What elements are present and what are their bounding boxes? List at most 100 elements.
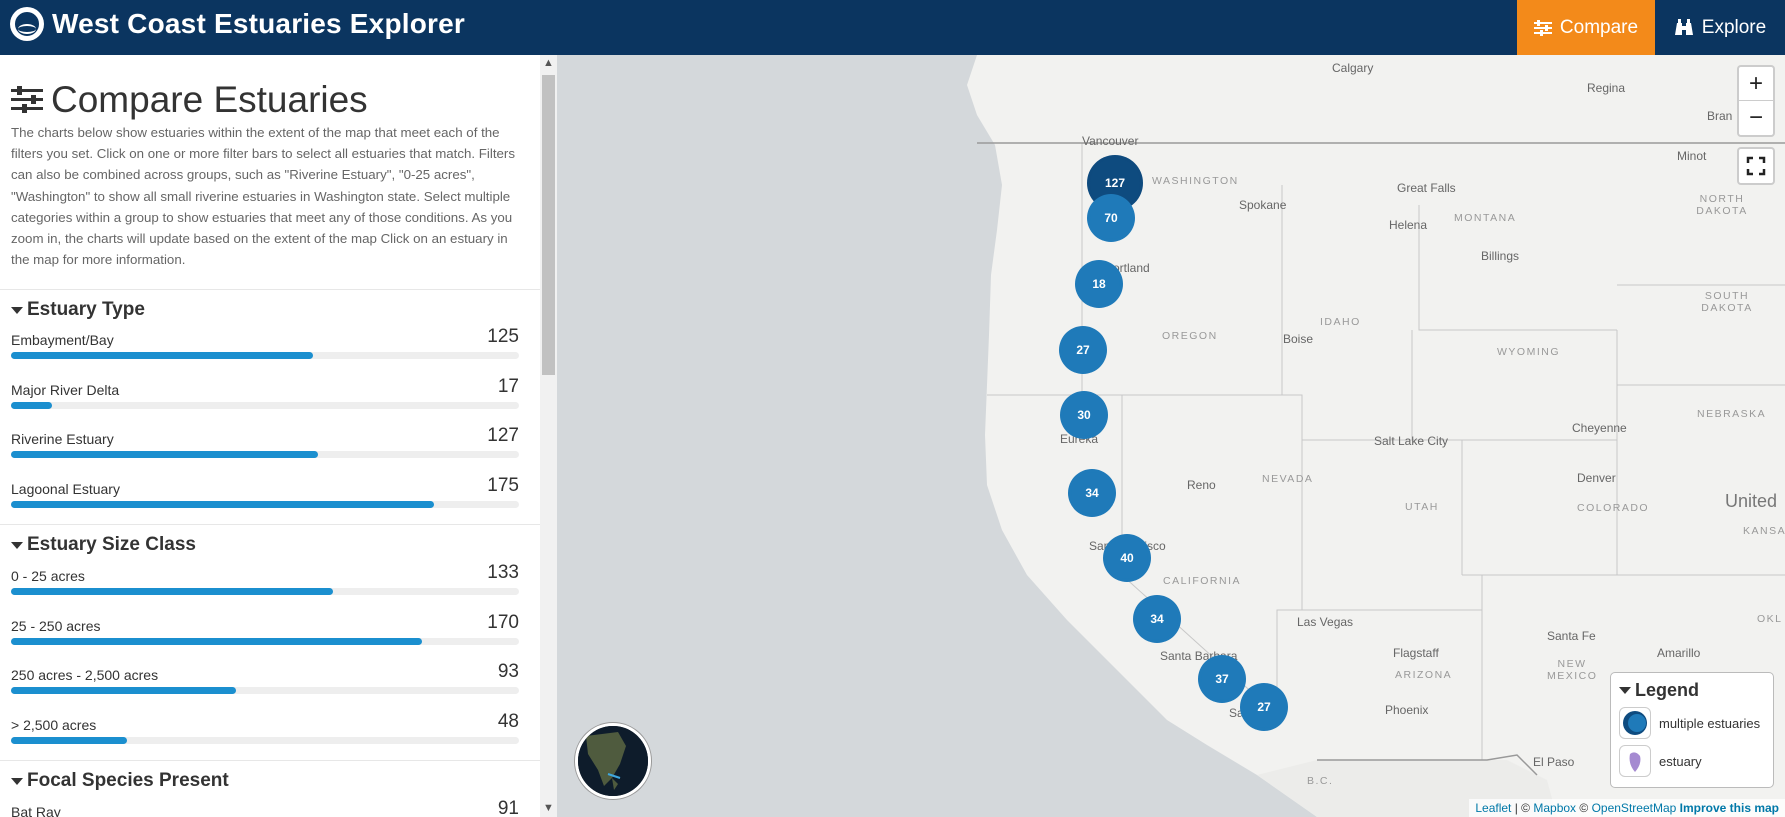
compare-nav-label: Compare	[1559, 16, 1639, 38]
intro-text: The charts below show estuaries within t…	[11, 125, 515, 268]
state-label: NEVADA	[1262, 473, 1314, 485]
filter-bar	[11, 638, 519, 645]
state-label: MONTANA	[1454, 212, 1517, 224]
sidebar-scrollbar[interactable]: ▲ ▼	[540, 55, 557, 817]
filter-major-river-delta[interactable]: Major River Delta 17	[11, 374, 519, 418]
filter-size-0-25[interactable]: 0 - 25 acres 133	[11, 560, 519, 604]
explore-nav-button[interactable]: Explore	[1655, 0, 1785, 55]
filter-riverine-estuary[interactable]: Riverine Estuary 127	[11, 423, 519, 467]
place-label: Vancouver	[1082, 134, 1139, 148]
filter-label: Riverine Estuary	[11, 431, 114, 447]
place-label: El Paso	[1533, 755, 1575, 769]
group-title: Focal Species Present	[27, 770, 229, 791]
filter-bar	[11, 402, 519, 409]
place-label: Salt Lake City	[1374, 434, 1449, 448]
estuary-cluster[interactable]: 30	[1060, 391, 1108, 439]
fullscreen-button[interactable]	[1737, 147, 1775, 185]
filter-label: 0 - 25 acres	[11, 568, 85, 584]
leaflet-link[interactable]: Leaflet	[1475, 801, 1511, 815]
caret-down-icon	[1619, 687, 1631, 694]
place-label: Bran	[1707, 109, 1733, 123]
binoculars-icon	[1674, 18, 1693, 35]
improve-map-link[interactable]: Improve this map	[1680, 801, 1779, 815]
zoom-in-button[interactable]: +	[1739, 67, 1773, 100]
filter-size-25-250[interactable]: 25 - 250 acres 170	[11, 610, 519, 654]
estuary-cluster[interactable]: 34	[1133, 595, 1181, 643]
legend-label: estuary	[1659, 753, 1702, 769]
filter-bar	[11, 687, 519, 694]
attribution-separator: | ©	[1511, 801, 1534, 815]
estuary-cluster[interactable]: 70	[1087, 194, 1135, 242]
filter-bar	[11, 588, 519, 595]
legend-label: multiple estuaries	[1659, 715, 1761, 731]
compare-sidebar: Compare Estuaries The charts below show …	[0, 55, 541, 817]
filter-bar	[11, 737, 519, 744]
place-label: Amarillo	[1657, 646, 1701, 660]
filter-count: 175	[487, 475, 519, 496]
state-label: B.C.	[1307, 775, 1334, 787]
page-title: Compare Estuaries	[11, 79, 368, 121]
filter-label: 250 acres - 2,500 acres	[11, 667, 159, 683]
filter-bar	[11, 352, 519, 359]
group-toggle-estuary-type[interactable]: Estuary Type	[11, 299, 145, 321]
scroll-down-icon[interactable]: ▼	[540, 800, 557, 817]
scroll-thumb[interactable]	[542, 75, 555, 375]
filter-bar	[11, 451, 519, 458]
scroll-up-icon[interactable]: ▲	[540, 55, 557, 72]
osm-link[interactable]: OpenStreetMap	[1592, 801, 1677, 815]
minimap[interactable]	[575, 723, 651, 799]
filter-size-250-2500[interactable]: 250 acres - 2,500 acres 93	[11, 659, 519, 703]
filter-lagoonal-estuary[interactable]: Lagoonal Estuary 175	[11, 473, 519, 517]
place-label: Denver	[1577, 471, 1616, 485]
compare-nav-button[interactable]: Compare	[1517, 0, 1655, 55]
fullscreen-icon	[1746, 156, 1766, 176]
state-label: COLORADO	[1577, 502, 1650, 514]
group-toggle-focal-species[interactable]: Focal Species Present	[11, 770, 229, 792]
estuary-cluster[interactable]: 27	[1240, 683, 1288, 731]
filter-count: 91	[497, 798, 519, 817]
place-label: Las Vegas	[1297, 615, 1354, 629]
state-label: WASHINGTON	[1152, 175, 1239, 187]
place-label: Billings	[1481, 249, 1520, 263]
legend-row-multiple: multiple estuaries	[1619, 707, 1760, 739]
estuary-cluster[interactable]: 27	[1059, 326, 1107, 374]
group-title: Estuary Type	[27, 299, 145, 320]
brand[interactable]: West Coast Estuaries Explorer	[10, 7, 465, 41]
filter-label: 25 - 250 acres	[11, 618, 101, 634]
filter-size-over-2500[interactable]: > 2,500 acres 48	[11, 709, 519, 753]
basemap	[557, 55, 1785, 817]
zoom-control: + −	[1737, 65, 1775, 137]
map-legend: Legend multiple estuaries estuary	[1610, 672, 1774, 788]
mapbox-link[interactable]: Mapbox	[1533, 801, 1576, 815]
place-label: Regina	[1587, 81, 1626, 95]
legend-title: Legend	[1635, 680, 1700, 700]
estuary-cluster[interactable]: 34	[1068, 469, 1116, 517]
filter-embayment-bay[interactable]: Embayment/Bay 125	[11, 324, 519, 368]
explore-nav-label: Explore	[1701, 16, 1767, 38]
place-label: Santa Fe	[1547, 629, 1596, 643]
place-label: Calgary	[1332, 61, 1374, 75]
legend-toggle[interactable]: Legend	[1619, 680, 1699, 701]
bar-fill	[11, 687, 237, 694]
filter-bat-ray[interactable]: Bat Ray 91	[11, 796, 519, 817]
state-label: KANSA	[1743, 525, 1785, 537]
filter-count: 125	[487, 326, 519, 347]
page-heading: Compare Estuaries	[51, 79, 368, 120]
filter-label: Bat Ray	[11, 804, 61, 817]
state-label: IDAHO	[1320, 316, 1361, 328]
place-label: Helena	[1389, 218, 1428, 232]
legend-row-single: estuary	[1619, 745, 1702, 777]
estuary-cluster[interactable]: 37	[1198, 655, 1246, 703]
estuary-cluster[interactable]: 18	[1075, 260, 1123, 308]
divider	[0, 524, 540, 525]
place-label: Phoenix	[1385, 703, 1429, 717]
estuary-cluster[interactable]: 40	[1103, 534, 1151, 582]
filter-count: 170	[487, 612, 519, 633]
filter-count: 17	[497, 376, 519, 397]
zoom-out-button[interactable]: −	[1739, 100, 1773, 134]
place-label: Great Falls	[1397, 181, 1456, 195]
group-toggle-size-class[interactable]: Estuary Size Class	[11, 534, 196, 556]
map-view[interactable]: Calgary Regina Bran Vancouver Minot Spok…	[557, 55, 1785, 817]
cluster-icon	[1619, 707, 1651, 739]
divider	[0, 760, 540, 761]
